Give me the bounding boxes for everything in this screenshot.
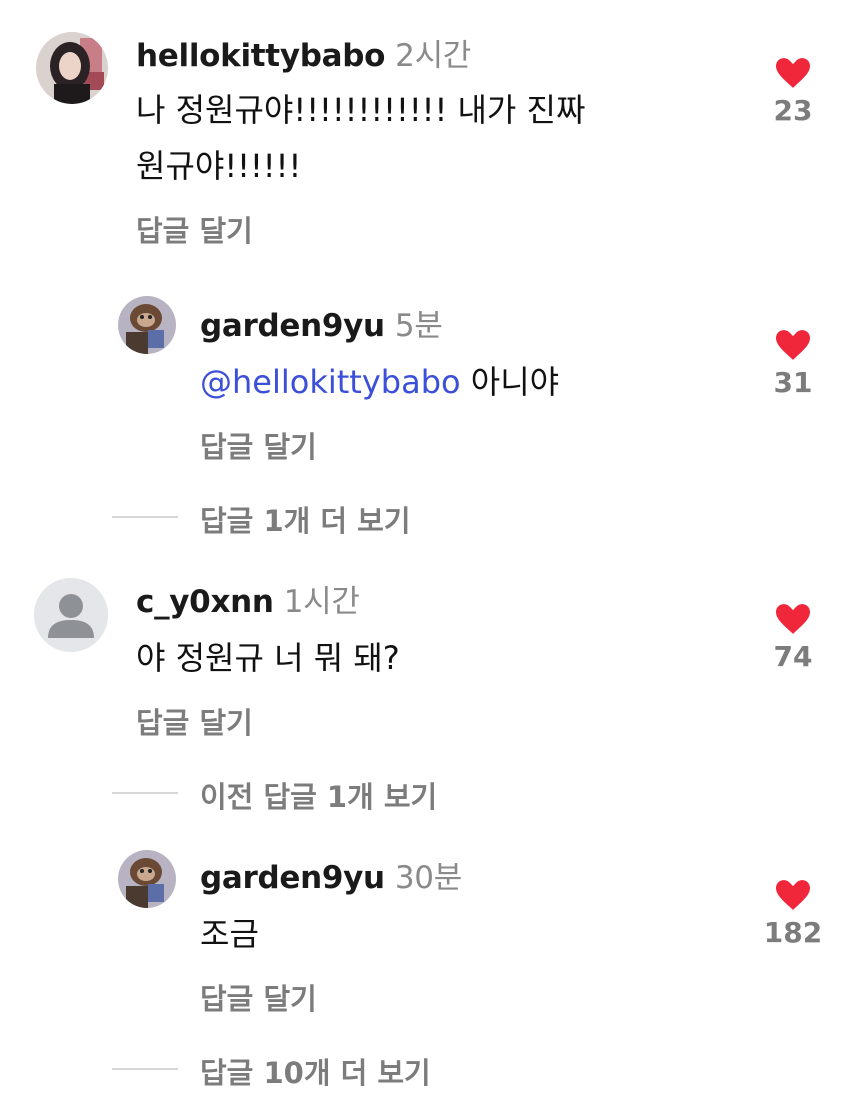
comment-username[interactable]: garden9yu 30분 (200, 852, 462, 897)
profile-photo-icon (118, 850, 176, 908)
heart-icon (776, 330, 810, 360)
username-text[interactable]: hellokittybabo (136, 38, 385, 74)
default-user-icon (34, 578, 108, 652)
comment-text-line2: 원규야!!!!!! (136, 147, 302, 185)
like-count: 74 (773, 640, 813, 673)
like-count: 31 (773, 366, 813, 399)
heart-icon (776, 880, 810, 910)
comment-username[interactable]: garden9yu 5분 (200, 300, 443, 345)
username-text[interactable]: garden9yu (200, 860, 385, 896)
divider-line (112, 1068, 178, 1070)
comment-username[interactable]: hellokittybabo 2시간 (136, 30, 471, 75)
like-button[interactable]: 74 (763, 604, 823, 673)
view-more-replies-button[interactable]: 답글 1개 더 보기 (200, 498, 411, 540)
like-button[interactable]: 182 (763, 880, 823, 949)
like-count: 182 (763, 916, 823, 949)
like-button[interactable]: 31 (763, 330, 823, 399)
mention-link[interactable]: @hellokittybabo (200, 363, 461, 401)
heart-icon (776, 58, 810, 88)
comment-time: 5분 (394, 308, 443, 344)
username-text[interactable]: c_y0xnn (136, 584, 274, 620)
like-count: 23 (773, 94, 813, 127)
comment-text: @hellokittybabo 아니야 (200, 354, 559, 410)
heart-icon (776, 604, 810, 634)
avatar[interactable] (118, 296, 176, 354)
avatar[interactable] (34, 578, 108, 652)
username-text[interactable]: garden9yu (200, 308, 385, 344)
comment-time: 2시간 (395, 38, 472, 74)
comment-username[interactable]: c_y0xnn 1시간 (136, 576, 360, 621)
comment-body: 아니야 (460, 363, 560, 401)
reply-button[interactable]: 답글 달기 (200, 424, 317, 466)
reply-button[interactable]: 답글 달기 (136, 700, 253, 742)
comment-time: 30분 (394, 860, 462, 896)
view-previous-replies-button[interactable]: 이전 답글 1개 보기 (200, 774, 437, 816)
comment-time: 1시간 (283, 584, 360, 620)
profile-photo-icon (118, 296, 176, 354)
comment-text: 야 정원규 너 뭐 돼? (136, 639, 400, 677)
divider-line (112, 792, 178, 794)
reply-button[interactable]: 답글 달기 (136, 208, 253, 250)
divider-line (112, 516, 178, 518)
comment-text: 조금 (200, 915, 259, 953)
avatar[interactable] (36, 32, 108, 104)
comment-text-line1: 나 정원규야!!!!!!!!!!!! 내가 진짜 (136, 91, 586, 129)
profile-photo-icon (36, 32, 108, 104)
view-more-replies-button[interactable]: 답글 10개 더 보기 (200, 1050, 431, 1092)
avatar[interactable] (118, 850, 176, 908)
reply-button[interactable]: 답글 달기 (200, 976, 317, 1018)
like-button[interactable]: 23 (763, 58, 823, 127)
